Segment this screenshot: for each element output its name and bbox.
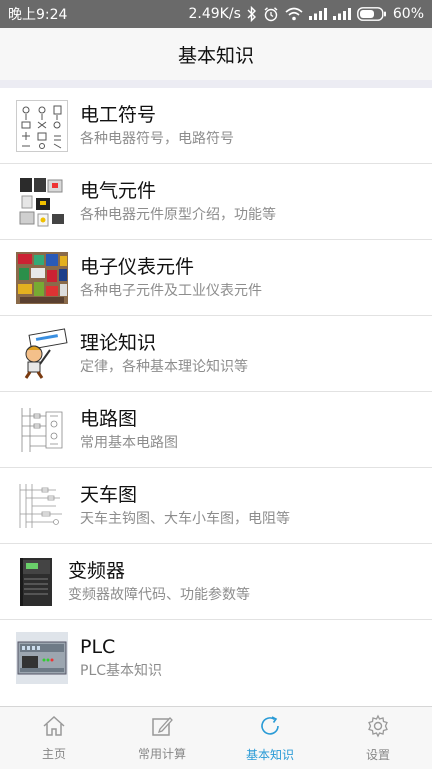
page-title: 基本知识	[177, 44, 254, 67]
tab-label: 常用计算	[137, 746, 186, 761]
list-item-circuit-diagram[interactable]: 电路图 常用基本电路图	[0, 392, 432, 468]
knowledge-list: 电工符号 各种电器符号，电路符号 电气元件 各种电器元件原型介绍，功能等 电子仪…	[0, 88, 432, 696]
signal-icon	[332, 8, 351, 20]
tab-label: 主页	[41, 746, 66, 761]
network-speed: 2.49K/s	[188, 6, 241, 22]
item-subtitle: 各种电器元件原型介绍，功能等	[80, 206, 276, 223]
tab-calculations[interactable]: 常用计算	[108, 707, 216, 769]
inverter-thumbnail	[16, 555, 56, 608]
item-title: 电工符号	[80, 103, 157, 126]
tab-home[interactable]: 主页	[0, 707, 108, 769]
crane-diagram-thumbnail	[16, 479, 68, 532]
theory-cartoon-thumbnail	[16, 327, 68, 380]
bluetooth-icon	[247, 6, 257, 22]
item-title: 电子仪表元件	[80, 255, 195, 278]
status-bar: 晚上9:24 2.49K/s 60%	[0, 0, 432, 28]
tab-label: 设置	[365, 747, 390, 762]
list-item-electrical-symbols[interactable]: 电工符号 各种电器符号，电路符号	[0, 88, 432, 164]
list-item-theory[interactable]: 理论知识 定律，各种基本理论知识等	[0, 316, 432, 392]
item-title: 变频器	[68, 559, 126, 582]
item-subtitle: 定律，各种基本理论知识等	[80, 358, 248, 375]
electronic-instruments-thumbnail	[16, 251, 68, 304]
item-subtitle: 天车主钩图、大车小车图，电阻等	[80, 510, 290, 527]
list-item-electronic-instruments[interactable]: 电子仪表元件 各种电子元件及工业仪表元件	[0, 240, 432, 316]
item-subtitle: 各种电子元件及工业仪表元件	[80, 282, 262, 299]
top-app-bar: 基本知识	[0, 28, 432, 81]
home-icon	[42, 715, 66, 741]
edit-icon	[150, 715, 174, 741]
item-subtitle: 变频器故障代码、功能参数等	[68, 586, 250, 603]
circuit-diagram-thumbnail	[16, 403, 68, 456]
signal-icon	[308, 8, 327, 20]
item-subtitle: 常用基本电路图	[80, 434, 178, 451]
item-title: PLC	[80, 636, 116, 658]
gear-icon	[366, 714, 390, 742]
alarm-icon	[263, 6, 279, 22]
item-title: 理论知识	[80, 331, 157, 354]
status-icons: 2.49K/s 60%	[188, 6, 424, 22]
item-subtitle: PLC基本知识	[80, 663, 163, 679]
item-subtitle: 各种电器符号，电路符号	[80, 130, 234, 147]
tab-basic-knowledge[interactable]: 基本知识	[216, 707, 324, 769]
tab-settings[interactable]: 设置	[324, 707, 432, 769]
bottom-tab-bar: 主页 常用计算 基本知识 设置	[0, 706, 432, 769]
tab-label: 基本知识	[245, 747, 294, 762]
wifi-icon	[285, 7, 303, 21]
status-time: 晚上9:24	[8, 7, 68, 23]
list-item-crane-diagram[interactable]: 天车图 天车主钩图、大车小车图，电阻等	[0, 468, 432, 544]
list-item-electrical-components[interactable]: 电气元件 各种电器元件原型介绍，功能等	[0, 164, 432, 240]
item-title: 电路图	[80, 407, 138, 430]
refresh-icon	[258, 714, 282, 742]
list-item-inverter[interactable]: 变频器 变频器故障代码、功能参数等	[0, 544, 432, 620]
battery-percent: 60%	[392, 6, 424, 22]
item-title: 天车图	[80, 483, 138, 506]
electrical-components-thumbnail	[16, 175, 68, 228]
battery-icon	[356, 7, 387, 21]
electrical-symbols-thumbnail	[16, 99, 68, 152]
plc-thumbnail	[16, 632, 68, 684]
item-title: 电气元件	[80, 179, 157, 202]
header-separator	[0, 80, 432, 88]
list-item-plc[interactable]: PLC PLC基本知识	[0, 620, 432, 696]
